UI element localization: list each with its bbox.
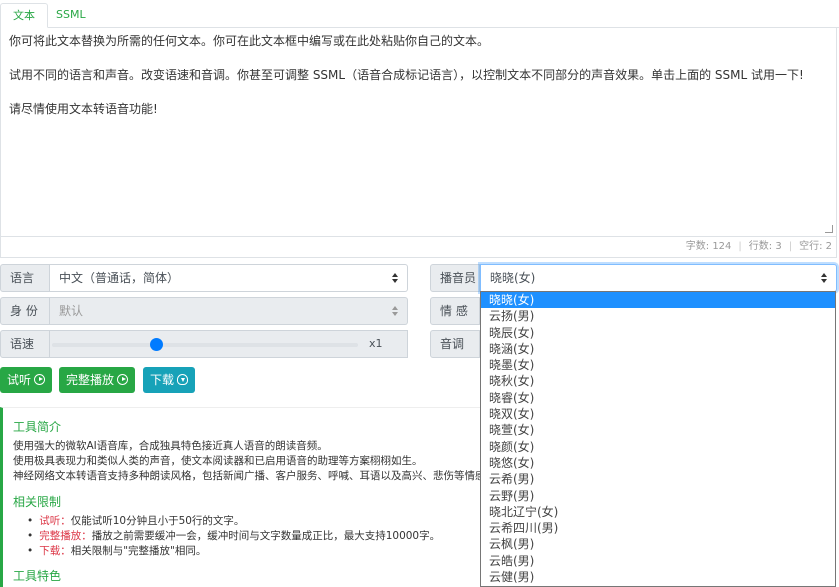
voice-option[interactable]: 晓萱(女)	[481, 422, 835, 438]
voice-option[interactable]: 云野(男)	[481, 488, 835, 504]
stats-separator: |	[738, 241, 742, 252]
speed-slider-track[interactable]	[52, 343, 358, 347]
line-count: 行数: 3	[748, 241, 782, 252]
voice-option[interactable]: 晓颜(女)	[481, 439, 835, 455]
voice-option[interactable]: 晓秋(女)	[481, 373, 835, 389]
voice-option[interactable]: 云扬(男)	[481, 308, 835, 324]
mode-tabs: 文本 SSML	[0, 0, 839, 28]
voice-option[interactable]: 云健(男)	[481, 569, 835, 585]
intro-line: 神经网络文本转语音支持多种朗读风格，包括新闻广播、客户服务、呼喊、耳语以及高兴、…	[13, 470, 496, 482]
resize-handle[interactable]	[825, 225, 833, 233]
try-listen-label: 试听	[7, 373, 32, 387]
voice-option[interactable]: 晓悠(女)	[481, 455, 835, 471]
limit-text: 相关限制与"完整播放"相同。	[70, 545, 207, 557]
identity-select[interactable]: 默认	[50, 297, 408, 325]
speed-slider-thumb[interactable]	[150, 338, 164, 351]
limit-text: 仅能试听10分钟且小于50行的文字。	[70, 515, 245, 527]
speed-value: x1	[360, 331, 407, 357]
try-listen-button[interactable]: 试听	[0, 367, 53, 393]
play-circle-icon	[117, 374, 129, 385]
editor-paragraph: 请尽情使用文本转语音功能!	[9, 102, 158, 116]
intro-line: 使用极具表现力和类似人类的声音，使文本阅读器和已启用语音的助理等方案栩栩如生。	[13, 455, 423, 467]
voice-option[interactable]: 云枫(男)	[481, 536, 835, 552]
pitch-label: 音调	[430, 330, 480, 358]
features-title: 工具特色	[13, 569, 62, 583]
identity-label: 身 份	[0, 297, 50, 325]
intro-title: 工具简介	[13, 420, 62, 434]
select-caret-icon	[392, 273, 399, 283]
download-label: 下载	[150, 373, 175, 387]
limit-item: 试听：仅能试听10分钟且小于50行的文字。	[27, 514, 500, 529]
emotion-label: 情 感	[430, 297, 480, 325]
speed-slider-group: x1	[50, 330, 408, 358]
identity-row: 身 份 默认	[0, 297, 408, 325]
language-value: 中文（普通话，简体）	[59, 271, 180, 285]
voice-label: 播音员	[430, 264, 480, 292]
voice-row: 播音员 晓晓(女)	[430, 264, 837, 292]
language-label: 语言	[0, 264, 50, 292]
voice-option[interactable]: 晓晓(女)	[481, 292, 835, 309]
limits-title: 相关限制	[13, 495, 62, 509]
limit-item: 完整播放：播放之前需要缓冲一会，缓冲时间与文字数量成正比，最大支持10000字。	[27, 529, 500, 544]
voice-option[interactable]: 晓墨(女)	[481, 357, 835, 373]
voice-option[interactable]: 云皓(男)	[481, 553, 835, 569]
voice-option[interactable]: 晓辰(女)	[481, 325, 835, 341]
voice-value: 晓晓(女)	[490, 271, 536, 285]
language-row: 语言 中文（普通话，简体）	[0, 264, 408, 292]
limit-text: 播放之前需要缓冲一会，缓冲时间与文字数量成正比，最大支持10000字。	[91, 530, 441, 542]
voice-dropdown-list: 晓晓(女) 云扬(男) 晓辰(女) 晓涵(女) 晓墨(女) 晓秋(女) 晓睿(女) 晓双(女)…	[480, 291, 836, 587]
language-select[interactable]: 中文（普通话，简体）	[50, 264, 408, 292]
identity-value: 默认	[59, 304, 84, 318]
voice-select[interactable]: 晓晓(女)	[480, 264, 837, 292]
full-play-label: 完整播放	[66, 373, 115, 387]
emotion-row: 情 感	[430, 297, 480, 325]
voice-option[interactable]: 晓睿(女)	[481, 390, 835, 406]
speed-label: 语速	[0, 330, 50, 358]
voice-option[interactable]: 云希四川(男)	[481, 520, 835, 536]
tool-info-panel: 工具简介 使用强大的微软AI语音库，合成独具特色接近真人语音的朗读音频。 使用极…	[0, 407, 500, 587]
limit-key: 下载：	[39, 545, 71, 557]
text-editor[interactable]: 你可将此文本替换为所需的任何文本。你可在此文本框中编写或在此处粘贴你自己的文本。…	[0, 27, 837, 237]
voice-option[interactable]: 云希(男)	[481, 471, 835, 487]
editor-paragraph: 试用不同的语言和声音。改变语速和音调。你甚至可调整 SSML（语音合成标记语言）…	[9, 68, 804, 82]
speed-row: 语速 x1	[0, 330, 408, 358]
tab-ssml[interactable]: SSML	[44, 3, 98, 28]
limit-key: 试听：	[39, 515, 71, 527]
play-circle-icon	[34, 374, 46, 385]
empty-line-count: 空行: 2	[799, 241, 832, 252]
stats-separator: |	[788, 241, 793, 252]
char-count: 字数: 124	[685, 241, 732, 252]
intro-line: 使用强大的微软AI语音库，合成独具特色接近真人语音的朗读音频。	[13, 440, 328, 452]
voice-option[interactable]: 晓双(女)	[481, 406, 835, 422]
limit-key: 完整播放：	[39, 530, 92, 542]
voice-option[interactable]: 晓涵(女)	[481, 341, 835, 357]
limit-item: 下载：相关限制与"完整播放"相同。	[27, 544, 500, 559]
pitch-row: 音调	[430, 330, 480, 358]
voice-option[interactable]: 晓北辽宁(女)	[481, 504, 835, 520]
select-caret-icon	[392, 306, 399, 316]
full-play-button[interactable]: 完整播放	[59, 367, 136, 393]
cloud-download-icon	[177, 374, 189, 385]
limits-list: 试听：仅能试听10分钟且小于50行的文字。 完整播放：播放之前需要缓冲一会，缓冲…	[27, 514, 500, 559]
tab-text[interactable]: 文本	[0, 3, 48, 28]
select-caret-icon	[821, 273, 828, 283]
editor-paragraph: 你可将此文本替换为所需的任何文本。你可在此文本框中编写或在此处粘贴你自己的文本。	[9, 34, 490, 48]
download-button[interactable]: 下载	[143, 367, 196, 393]
text-stats: 字数: 124 | 行数: 3 | 空行: 2	[0, 237, 837, 258]
